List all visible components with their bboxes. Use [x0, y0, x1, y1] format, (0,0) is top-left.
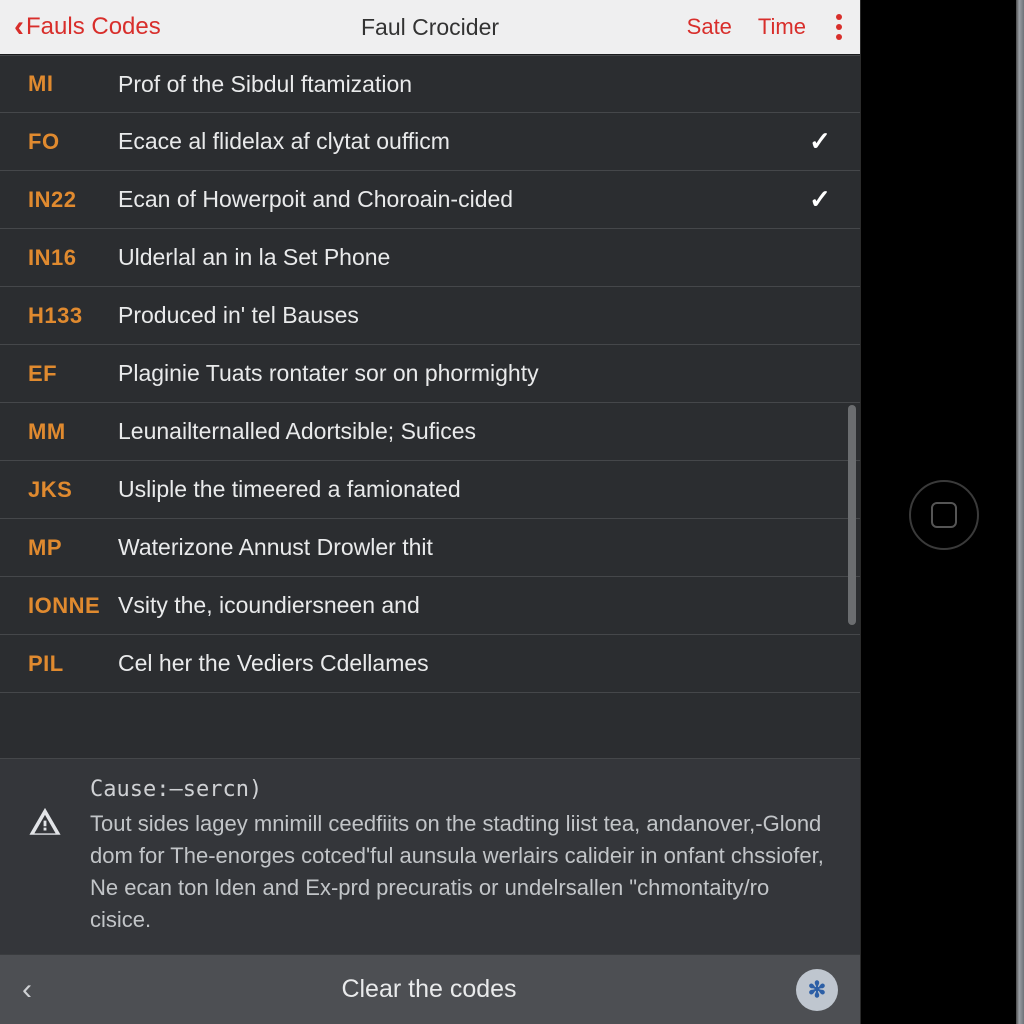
fault-description: Ecan of Howerpoit and Choroain-cided — [118, 186, 802, 213]
topbar-action-time[interactable]: Time — [758, 14, 806, 40]
fault-row[interactable]: PILCel her the Vediers Cdellames — [0, 635, 860, 693]
bottombar: ‹ Clear the codes ✻ — [0, 954, 860, 1024]
home-button-glyph — [931, 502, 957, 528]
fault-row[interactable]: MIProf of the Sibdul ftamization — [0, 55, 860, 113]
fault-row[interactable]: EFPlaginie Tuats rontater sor on phormig… — [0, 345, 860, 403]
fault-description: Waterizone Annust Drowler thit — [118, 534, 802, 561]
fault-code: JKS — [28, 477, 118, 503]
fault-list-wrap: MIProf of the Sibdul ftamizationFOEcace … — [0, 54, 860, 758]
warning-icon — [28, 777, 68, 936]
fault-list: MIProf of the Sibdul ftamizationFOEcace … — [0, 55, 860, 693]
fault-code: IN22 — [28, 187, 118, 213]
scrollbar-thumb[interactable] — [848, 405, 856, 625]
fault-row[interactable]: IN16Ulderlal an in la Set Phone — [0, 229, 860, 287]
device-edge — [1016, 0, 1024, 1024]
topbar-action-sate[interactable]: Sate — [687, 14, 732, 40]
fault-code: MM — [28, 419, 118, 445]
bottom-back-button[interactable]: ‹ — [22, 973, 62, 1007]
checkmark-icon: ✓ — [802, 184, 838, 215]
fault-description: Produced in' tel Bauses — [118, 302, 802, 329]
clear-codes-button[interactable]: Clear the codes — [62, 975, 796, 1004]
cause-panel: Cause:—sercn) Tout sides lagey mnimill c… — [0, 758, 860, 954]
fault-description: Cel her the Vediers Cdellames — [118, 650, 802, 677]
page-title: Faul Crocider — [361, 14, 499, 41]
fault-row[interactable]: IN22Ecan of Howerpoit and Choroain-cided… — [0, 171, 860, 229]
kebab-menu-icon[interactable] — [832, 10, 846, 44]
device-bezel — [860, 0, 1024, 1024]
chevron-left-icon: ‹ — [14, 12, 24, 42]
back-label: Fauls Codes — [26, 13, 161, 41]
fault-row[interactable]: MPWaterizone Annust Drowler thit — [0, 519, 860, 577]
fault-code: EF — [28, 361, 118, 387]
fault-code: IN16 — [28, 245, 118, 271]
topbar-right-group: Sate Time — [687, 10, 846, 44]
bottom-action-button[interactable]: ✻ — [796, 969, 838, 1011]
fault-code: H133 — [28, 303, 118, 329]
fault-row[interactable]: FOEcace al flidelax af clytat oufficm✓ — [0, 113, 860, 171]
fault-description: Vsity the, icoundiersneen and — [118, 592, 802, 619]
fault-description: Leunailternalled Adortsible; Sufices — [118, 418, 802, 445]
fault-code: MI — [28, 71, 118, 97]
fault-row[interactable]: H133Produced in' tel Bauses — [0, 287, 860, 345]
fault-row[interactable]: IONNEVsity the, icoundiersneen and — [0, 577, 860, 635]
fault-row[interactable]: MMLeunailternalled Adortsible; Sufices — [0, 403, 860, 461]
fault-description: Usliple the timeered a famionated — [118, 476, 802, 503]
fault-description: Ecace al flidelax af clytat oufficm — [118, 128, 802, 155]
cause-body: Tout sides lagey mnimill ceedfiits on th… — [90, 808, 832, 936]
device-frame: ‹ Fauls Codes Faul Crocider Sate Time MI… — [0, 0, 1024, 1024]
fault-code: MP — [28, 535, 118, 561]
fault-description: Prof of the Sibdul ftamization — [118, 71, 802, 98]
fault-row[interactable]: JKSUsliple the timeered a famionated — [0, 461, 860, 519]
cause-text: Cause:—sercn) Tout sides lagey mnimill c… — [90, 777, 832, 936]
fault-code: IONNE — [28, 593, 118, 619]
back-button[interactable]: ‹ Fauls Codes — [14, 12, 161, 42]
topbar: ‹ Fauls Codes Faul Crocider Sate Time — [0, 0, 860, 54]
checkmark-icon: ✓ — [802, 126, 838, 157]
home-button[interactable] — [909, 480, 979, 550]
fault-description: Plaginie Tuats rontater sor on phormight… — [118, 360, 802, 387]
fault-description: Ulderlal an in la Set Phone — [118, 244, 802, 271]
fault-code: PIL — [28, 651, 118, 677]
cause-label: Cause:—sercn) — [90, 777, 832, 802]
app-screen: ‹ Fauls Codes Faul Crocider Sate Time MI… — [0, 0, 860, 1024]
fault-code: FO — [28, 129, 118, 155]
